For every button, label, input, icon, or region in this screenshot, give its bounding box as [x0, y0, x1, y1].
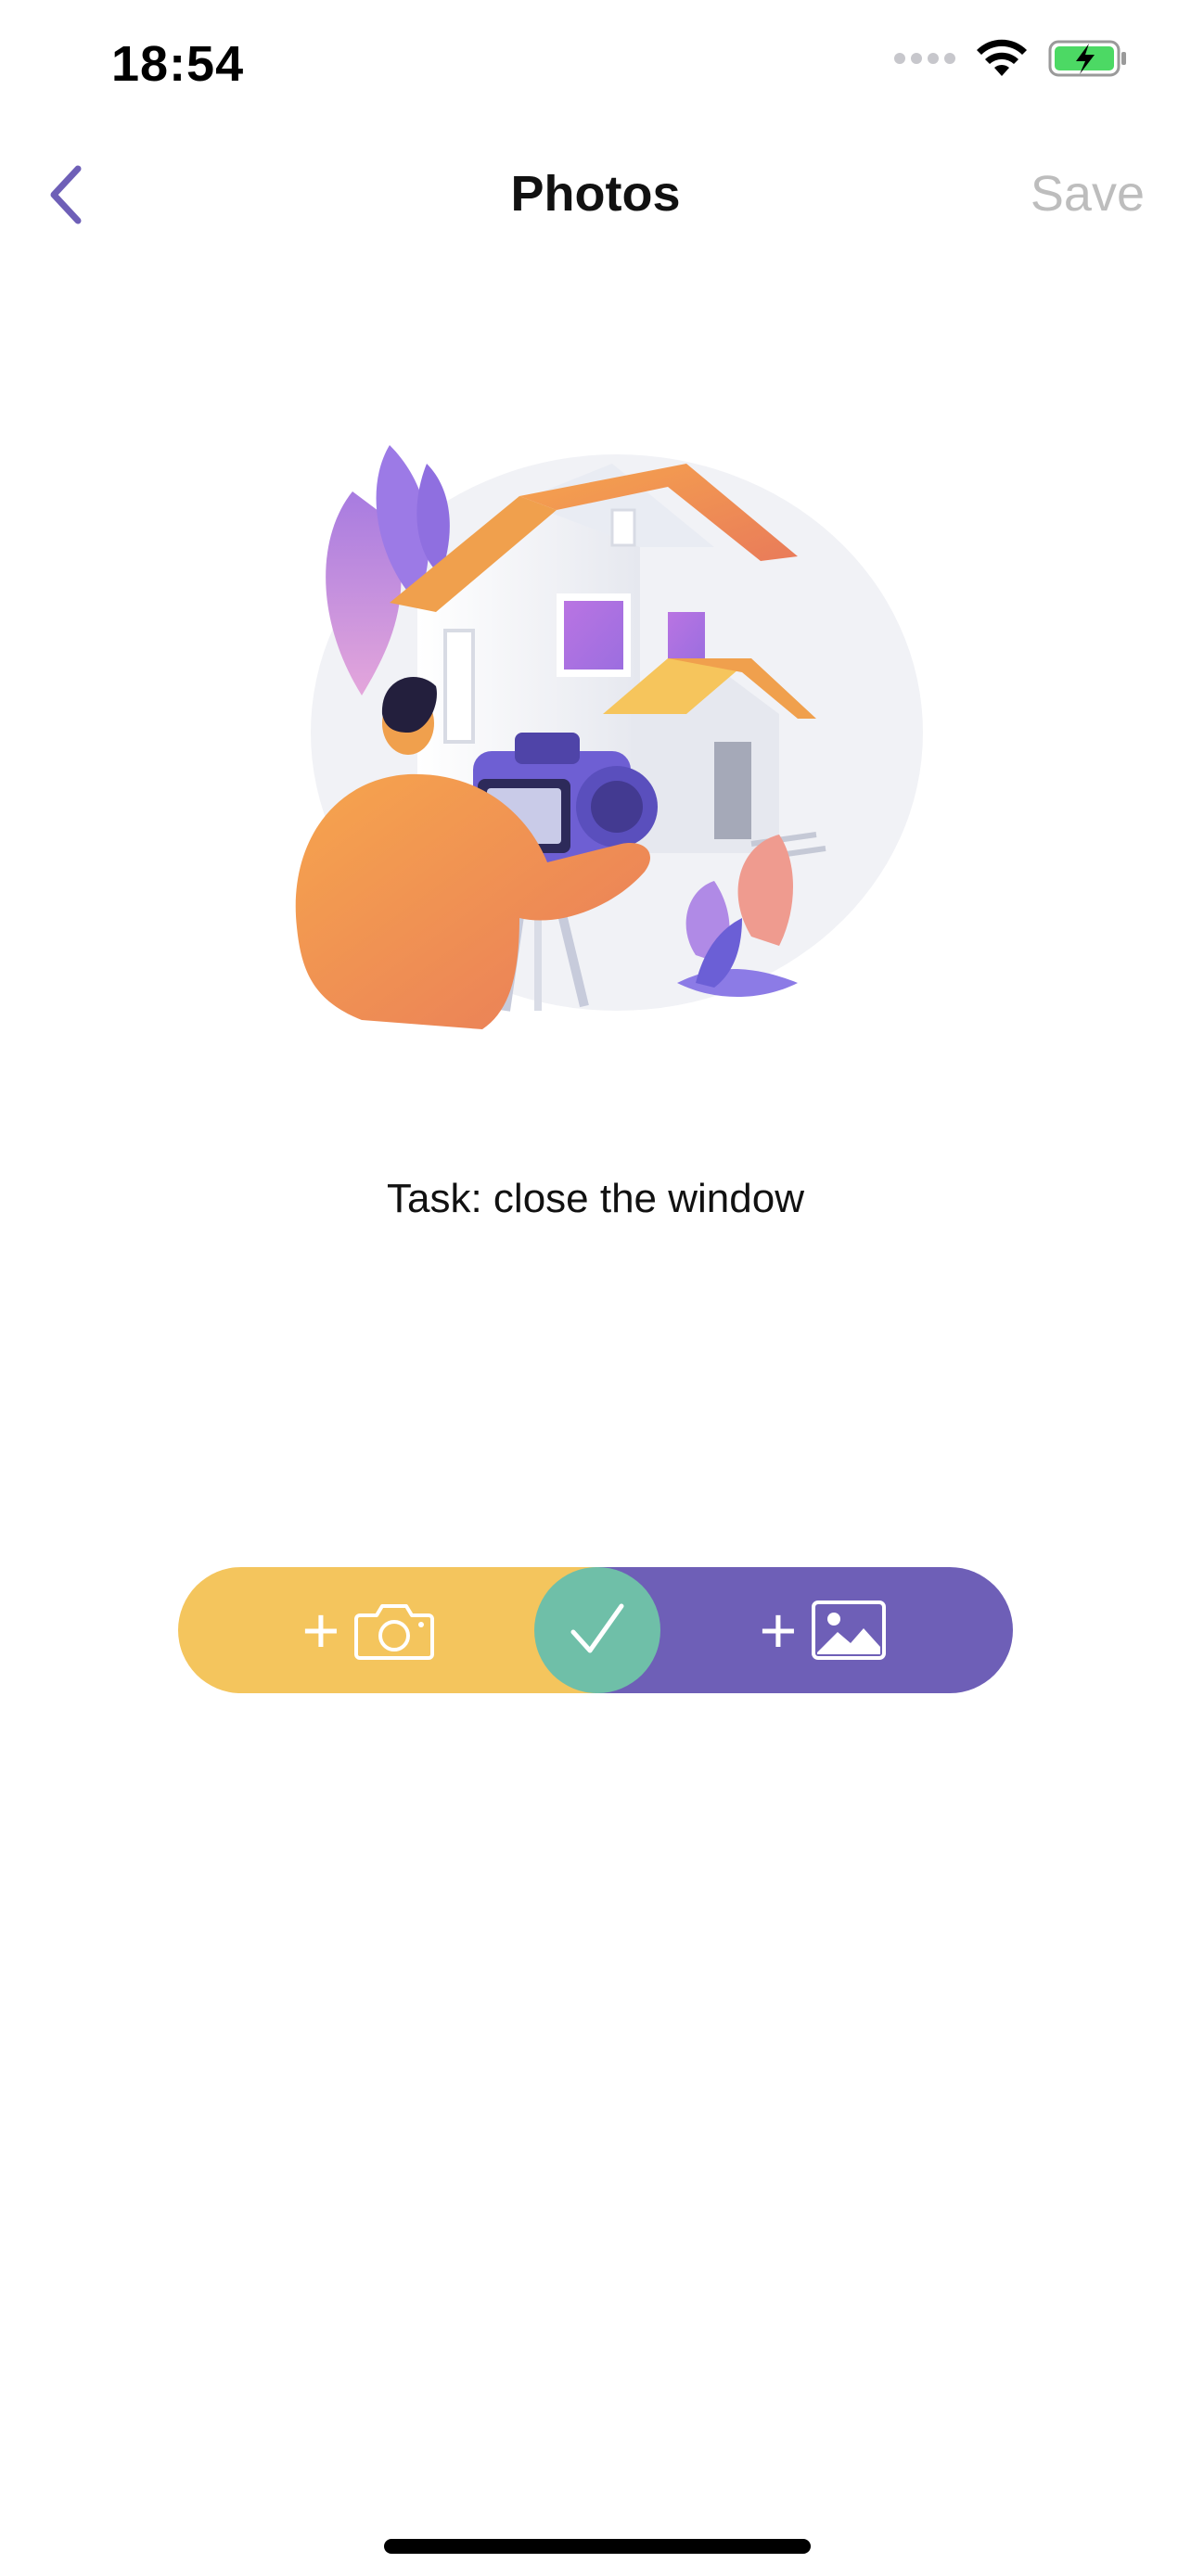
task-label: Task: close the window [387, 1176, 804, 1221]
take-photo-button[interactable]: + [178, 1567, 596, 1693]
image-icon [812, 1600, 887, 1660]
status-time: 18:54 [111, 36, 245, 92]
navigation-bar: Photos Save [0, 139, 1191, 250]
battery-charging-icon [1048, 40, 1126, 77]
wifi-icon [977, 39, 1027, 76]
status-bar: 18:54 [0, 0, 1191, 130]
save-button[interactable]: Save [1031, 165, 1145, 223]
page-title: Photos [510, 166, 681, 222]
photographer-house-illustration [278, 408, 928, 1057]
status-indicators [894, 39, 1128, 78]
plus-symbol: + [301, 1594, 340, 1666]
checkmark-icon [570, 1603, 624, 1653]
cellular-signal-icon [894, 53, 955, 64]
confirm-button[interactable] [534, 1567, 660, 1693]
home-indicator[interactable] [384, 2539, 811, 2554]
camera-icon [354, 1604, 435, 1660]
plus-symbol: + [759, 1594, 798, 1666]
